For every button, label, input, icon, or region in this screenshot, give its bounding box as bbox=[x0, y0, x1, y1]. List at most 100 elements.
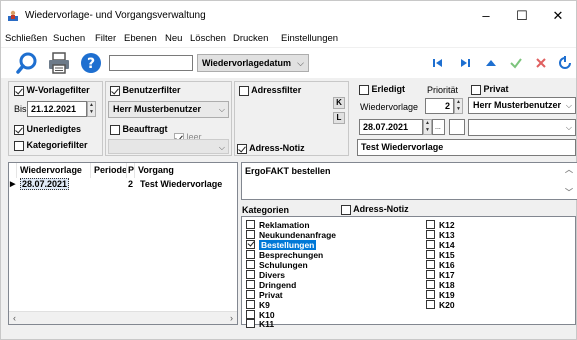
bis-date-spinner[interactable]: ▲ ▼ bbox=[87, 101, 96, 117]
search-input[interactable] bbox=[109, 55, 193, 71]
first-record-icon[interactable] bbox=[430, 55, 446, 71]
adress-notiz-checkbox[interactable]: Adress-Notiz bbox=[237, 143, 305, 154]
beauftragt-select[interactable]: ⌵ bbox=[108, 139, 229, 154]
category-item-k11[interactable]: K11 bbox=[246, 319, 274, 329]
column-header-vorgang[interactable]: Vorgang bbox=[135, 163, 237, 178]
scroll-right-icon[interactable]: › bbox=[230, 312, 233, 325]
kategorien-adress-notiz-checkbox[interactable]: Adress-Notiz bbox=[341, 204, 409, 215]
category-item-k17[interactable]: K17 bbox=[426, 270, 455, 280]
privat-checkbox[interactable]: Privat bbox=[471, 84, 509, 95]
column-header-wiedervorlage[interactable]: Wiedervorlage bbox=[17, 163, 91, 178]
sort-field-select[interactable]: Wiedervorlagedatum ⌵ bbox=[197, 54, 309, 72]
erledigt-checkbox[interactable]: Erledigt bbox=[359, 84, 405, 95]
category-item-besprechungen[interactable]: Besprechungen bbox=[246, 250, 323, 260]
category-check[interactable] bbox=[426, 240, 435, 249]
category-item-reklamation[interactable]: Reklamation bbox=[246, 220, 310, 230]
category-check[interactable] bbox=[246, 260, 255, 269]
date-spinner[interactable]: ▲ ▼ bbox=[423, 119, 432, 135]
category-item-privat[interactable]: Privat bbox=[246, 290, 283, 300]
w-vorlagefilter-check[interactable] bbox=[14, 85, 24, 96]
cancel-icon[interactable] bbox=[533, 55, 549, 71]
category-item-k19[interactable]: K19 bbox=[426, 290, 455, 300]
category-item-k14[interactable]: K14 bbox=[426, 240, 455, 250]
k-button[interactable]: K bbox=[333, 97, 345, 109]
category-check[interactable] bbox=[246, 270, 255, 279]
beauftragt-check[interactable] bbox=[110, 124, 120, 135]
category-check[interactable] bbox=[246, 310, 255, 319]
category-check[interactable] bbox=[246, 319, 255, 328]
category-check[interactable] bbox=[426, 230, 435, 239]
benutzerfilter-check[interactable] bbox=[110, 85, 120, 96]
adress-notiz-check[interactable] bbox=[237, 143, 247, 154]
last-record-icon[interactable] bbox=[457, 55, 473, 71]
category-item-k9[interactable]: K9 bbox=[246, 300, 270, 310]
time-field[interactable] bbox=[449, 119, 465, 135]
print-icon[interactable] bbox=[47, 51, 71, 75]
kategorien-adress-notiz-check[interactable] bbox=[341, 204, 351, 215]
menu-loeschen[interactable]: Löschen bbox=[190, 33, 226, 44]
category-check[interactable] bbox=[246, 300, 255, 309]
category-check[interactable] bbox=[246, 240, 255, 249]
table-row[interactable]: ▶ 28.07.2021 2 Test Wiedervorlage bbox=[9, 178, 237, 191]
maximize-button[interactable]: ☐ bbox=[512, 7, 532, 25]
category-item-dringend[interactable]: Dringend bbox=[246, 280, 296, 290]
wiedervorlage-date-field[interactable]: 28.07.2021 bbox=[359, 119, 423, 135]
category-item-k16[interactable]: K16 bbox=[426, 260, 455, 270]
category-item-k20[interactable]: K20 bbox=[426, 300, 455, 310]
cell-vorgang[interactable]: Test Wiedervorlage bbox=[137, 178, 237, 191]
category-check[interactable] bbox=[426, 270, 435, 279]
category-check[interactable] bbox=[246, 230, 255, 239]
category-check[interactable] bbox=[426, 250, 435, 259]
category-check[interactable] bbox=[246, 220, 255, 229]
wiedervorlage-user-select[interactable]: Herr Musterbenutzer ⌵ bbox=[468, 97, 576, 114]
category-item-k18[interactable]: K18 bbox=[426, 280, 455, 290]
kategoriefilter-check[interactable] bbox=[14, 140, 24, 151]
scroll-up-icon[interactable]: ︿ bbox=[565, 164, 573, 175]
menu-ebenen[interactable]: Ebenen bbox=[124, 33, 157, 44]
horizontal-scrollbar[interactable]: ‹ › bbox=[9, 311, 237, 324]
privat-check[interactable] bbox=[471, 84, 481, 95]
category-item-bestellungen[interactable]: Bestellungen bbox=[246, 240, 317, 250]
category-item-divers[interactable]: Divers bbox=[246, 270, 285, 280]
category-item-schulungen[interactable]: Schulungen bbox=[246, 260, 308, 270]
search-icon[interactable] bbox=[15, 51, 39, 75]
prioritaet-spinner[interactable]: ▲ ▼ bbox=[454, 98, 463, 114]
cell-periode[interactable] bbox=[91, 178, 127, 191]
benutzer-select[interactable]: Herr Musterbenutzer ⌵ bbox=[108, 101, 229, 118]
extra-select[interactable]: ⌵ bbox=[468, 119, 576, 136]
category-item-neukundenanfrage[interactable]: Neukundenanfrage bbox=[246, 230, 336, 240]
menu-filter[interactable]: Filter bbox=[95, 33, 116, 44]
category-check[interactable] bbox=[246, 290, 255, 299]
unerledigtes-check[interactable] bbox=[14, 124, 24, 135]
menu-einstellungen[interactable]: Einstellungen bbox=[281, 33, 338, 44]
collapse-icon[interactable] bbox=[483, 55, 499, 71]
notes-memo[interactable]: ErgoFAKT bestellen ︿ ﹀ bbox=[241, 162, 577, 200]
category-check[interactable] bbox=[426, 220, 435, 229]
help-icon[interactable]: ? bbox=[79, 51, 103, 75]
menu-suchen[interactable]: Suchen bbox=[53, 33, 85, 44]
bis-date-field[interactable]: 21.12.2021 bbox=[27, 101, 87, 117]
category-check[interactable] bbox=[426, 280, 435, 289]
category-check[interactable] bbox=[426, 300, 435, 309]
cell-prio[interactable]: 2 bbox=[127, 178, 137, 191]
category-check[interactable] bbox=[426, 260, 435, 269]
unerledigtes-checkbox[interactable]: Unerledigtes bbox=[14, 124, 81, 135]
subject-field[interactable]: Test Wiedervorlage bbox=[357, 139, 576, 156]
category-item-k12[interactable]: K12 bbox=[426, 220, 455, 230]
category-item-k13[interactable]: K13 bbox=[426, 230, 455, 240]
adressfilter-check[interactable] bbox=[239, 85, 249, 96]
column-header-periode[interactable]: Periode bbox=[91, 163, 127, 178]
close-button[interactable]: ✕ bbox=[548, 7, 568, 25]
l-button[interactable]: L bbox=[333, 112, 345, 124]
adressfilter-checkbox[interactable]: Adressfilter bbox=[239, 85, 301, 96]
kategoriefilter-checkbox[interactable]: Kategoriefilter bbox=[14, 140, 88, 151]
column-header-prio[interactable]: Pi bbox=[127, 163, 135, 178]
scroll-down-icon[interactable]: ﹀ bbox=[565, 187, 573, 198]
minimize-button[interactable]: – bbox=[476, 7, 496, 25]
category-check[interactable] bbox=[246, 280, 255, 289]
category-item-k15[interactable]: K15 bbox=[426, 250, 455, 260]
menu-drucken[interactable]: Drucken bbox=[233, 33, 268, 44]
date-picker-button[interactable]: ... bbox=[432, 119, 445, 135]
confirm-icon[interactable] bbox=[508, 55, 524, 71]
erledigt-check[interactable] bbox=[359, 84, 369, 95]
